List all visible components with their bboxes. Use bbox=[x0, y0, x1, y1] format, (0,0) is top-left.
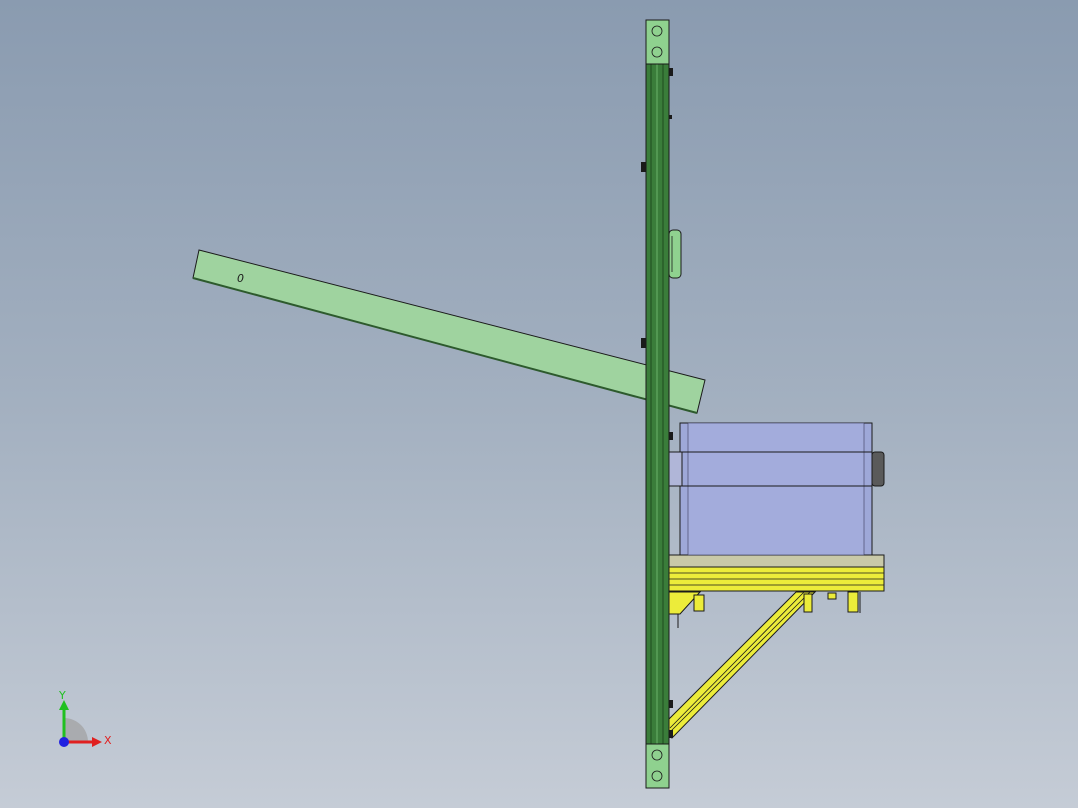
arm-label: 0 bbox=[237, 272, 244, 285]
z-axis-dot bbox=[59, 737, 69, 747]
frame-knob[interactable] bbox=[668, 229, 682, 279]
angled-arm-plate[interactable]: 0 bbox=[192, 249, 706, 414]
blue-enclosure[interactable] bbox=[667, 422, 885, 556]
cad-viewport[interactable]: 0 Y X bbox=[0, 0, 1078, 808]
coordinate-triad: Y X bbox=[58, 689, 112, 747]
x-axis-label: X bbox=[104, 734, 112, 747]
top-end-cap bbox=[645, 19, 670, 65]
support-bracket[interactable] bbox=[665, 566, 885, 739]
bottom-end-cap bbox=[645, 743, 670, 789]
shelf-plate[interactable] bbox=[667, 554, 885, 568]
model-scene[interactable]: 0 Y X bbox=[0, 0, 1078, 808]
y-axis-label: Y bbox=[58, 689, 66, 702]
end-cap bbox=[871, 451, 885, 487]
